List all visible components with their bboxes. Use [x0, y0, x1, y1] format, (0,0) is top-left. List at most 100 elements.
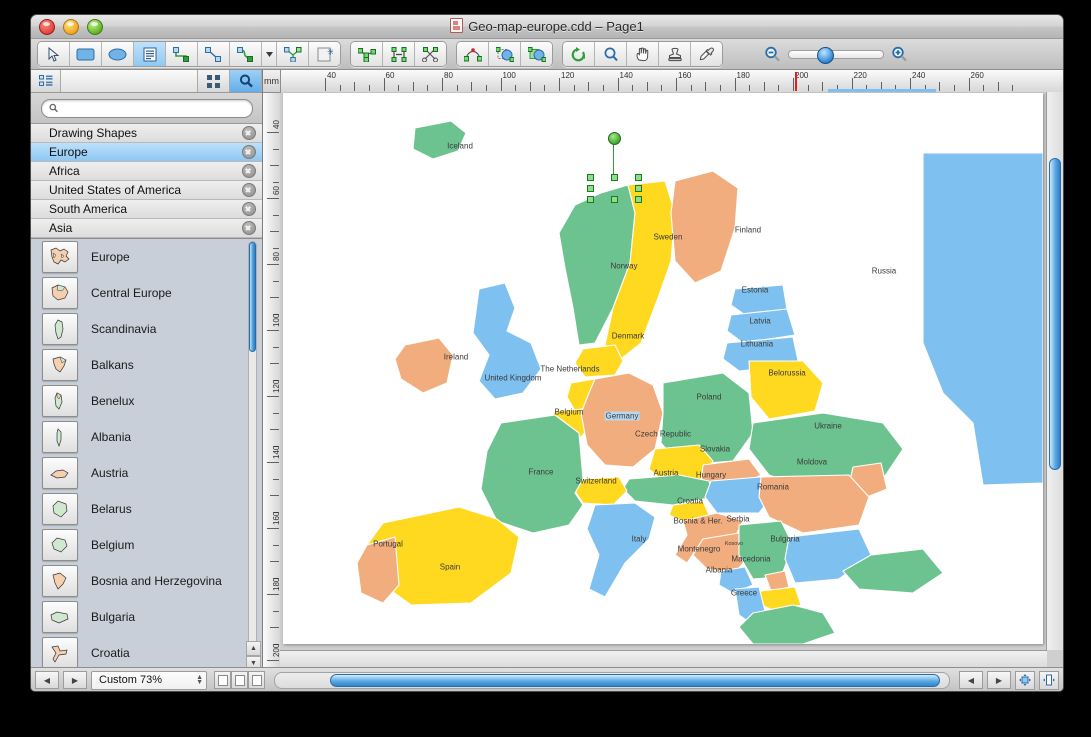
page-viewport[interactable]: IcelandNorwaySwedenFinlandRussiaEstoniaL… — [280, 92, 1046, 650]
zoom-out-icon[interactable] — [764, 46, 781, 62]
canvas-horizontal-scrollbar-gutter[interactable] — [280, 650, 1047, 667]
ruler-minor-tick — [530, 82, 531, 91]
ruler-unit-label[interactable]: mm — [263, 70, 281, 93]
ruler-tick — [325, 78, 326, 91]
ruler-minor-tick — [998, 82, 999, 91]
shape-list-item[interactable]: Bosnia and Herzegovina — [31, 563, 262, 599]
scroll-right-button[interactable]: ▶ — [987, 671, 1011, 689]
scroll-left-button[interactable]: ◀ — [959, 671, 983, 689]
library-item-asia[interactable]: Asia — [31, 219, 262, 238]
handle-nw[interactable] — [587, 174, 594, 181]
single-page-button[interactable] — [214, 671, 231, 689]
ruler-minor-tick — [661, 85, 662, 91]
handle-s[interactable] — [611, 196, 618, 203]
close-icon[interactable] — [242, 202, 256, 216]
connector-menu-arrow-icon[interactable] — [262, 42, 277, 66]
tree-view-icon[interactable] — [31, 70, 61, 92]
rectangle-tool-button[interactable] — [70, 42, 102, 66]
zoom-slider-control[interactable] — [764, 46, 908, 62]
library-item-south-america[interactable]: South America — [31, 200, 262, 219]
grid-view-icon[interactable] — [198, 70, 230, 92]
close-icon[interactable] — [242, 183, 256, 197]
shape-group-tool-button[interactable] — [521, 42, 552, 66]
shape-list-item[interactable]: Albania — [31, 419, 262, 455]
horizontal-ruler[interactable]: 406080100120140160180200220240260 — [280, 70, 1063, 93]
handle-se[interactable] — [635, 196, 642, 203]
continuous-page-button[interactable] — [248, 671, 265, 689]
bottom-horizontal-scrollbar-thumb[interactable] — [330, 674, 940, 687]
canvas-vertical-scrollbar[interactable] — [1046, 92, 1063, 650]
sidebar-scrollbar-thumb[interactable] — [249, 242, 256, 352]
shape-list-item[interactable]: Scandinavia — [31, 311, 262, 347]
close-icon[interactable] — [242, 221, 256, 235]
node-align-tool-button[interactable] — [383, 42, 415, 66]
ruler-minor-tick — [427, 85, 428, 91]
canvas-vertical-scrollbar-thumb[interactable] — [1049, 158, 1061, 470]
shape-union-tool-button[interactable] — [489, 42, 521, 66]
fit-width-button[interactable] — [1039, 671, 1059, 690]
selection-handles[interactable] — [590, 177, 638, 199]
shape-list-item[interactable]: Balkans — [31, 347, 262, 383]
rotation-handle[interactable] — [608, 132, 621, 145]
zoom-in-icon[interactable] — [891, 46, 908, 62]
zoom-slider-knob[interactable] — [817, 47, 834, 64]
text-tool-button[interactable] — [134, 42, 166, 66]
close-icon[interactable] — [242, 164, 256, 178]
shape-list-item[interactable]: Central Europe — [31, 275, 262, 311]
ruler-label: 60 — [386, 71, 395, 80]
ellipse-tool-button[interactable] — [102, 42, 134, 66]
shape-thumbnail-central-europe — [42, 277, 78, 309]
prev-page-button[interactable]: ◀ — [35, 671, 59, 689]
handle-w[interactable] — [587, 185, 594, 192]
search-input[interactable] — [63, 101, 245, 115]
stamp-tool-button[interactable] — [659, 42, 691, 66]
sidebar-scroll-arrows[interactable]: ▲ ▼ — [246, 641, 259, 667]
scroll-up-icon[interactable]: ▲ — [246, 641, 261, 656]
elbow-connector-tool-button[interactable] — [166, 42, 198, 66]
library-item-africa[interactable]: Africa — [31, 162, 262, 181]
pointer-tool-button[interactable] — [38, 42, 70, 66]
shape-list-item[interactable]: Europe — [31, 239, 262, 275]
library-item-drawing-shapes[interactable]: Drawing Shapes — [31, 124, 262, 143]
straight-connector-tool-button[interactable] — [198, 42, 230, 66]
vertical-ruler[interactable]: 406080100120140160180200 — [263, 92, 281, 667]
handle-sw[interactable] — [587, 196, 594, 203]
bottom-horizontal-scrollbar[interactable] — [274, 672, 950, 689]
curved-connector-tool-button[interactable] — [230, 42, 262, 66]
handle-ne[interactable] — [635, 174, 642, 181]
shape-list-item[interactable]: Benelux — [31, 383, 262, 419]
snap-tool-button[interactable]: ✳ — [309, 42, 340, 66]
shape-list-item[interactable]: Bulgaria — [31, 599, 262, 635]
search-view-icon[interactable] — [230, 70, 262, 92]
page-sheet[interactable]: IcelandNorwaySwedenFinlandRussiaEstoniaL… — [283, 93, 1043, 644]
search-field[interactable] — [41, 99, 253, 118]
sidebar-scrollbar-track[interactable] — [248, 241, 257, 651]
shape-list-item[interactable]: Croatia — [31, 635, 262, 667]
shape-list-item[interactable]: Belgium — [31, 527, 262, 563]
close-icon[interactable] — [242, 145, 256, 159]
shape-list-item[interactable]: Belarus — [31, 491, 262, 527]
sidebar-scrollbar[interactable] — [246, 241, 259, 651]
library-item-united-states-of-america[interactable]: United States of America — [31, 181, 262, 200]
handle-n[interactable] — [611, 174, 618, 181]
handle-e[interactable] — [635, 185, 642, 192]
fit-page-button[interactable] — [1015, 671, 1035, 690]
close-icon[interactable] — [242, 126, 256, 140]
magnifier-tool-button[interactable] — [595, 42, 627, 66]
bezier-tool-button[interactable] — [457, 42, 489, 66]
library-item-europe[interactable]: Europe — [31, 143, 262, 162]
two-page-button[interactable] — [231, 671, 248, 689]
hand-tool-button[interactable] — [627, 42, 659, 66]
zoom-stepper[interactable]: ▲▼ — [196, 675, 203, 685]
next-page-button[interactable]: ▶ — [63, 671, 87, 689]
shape-list-item[interactable]: Austria — [31, 455, 262, 491]
eyedropper-tool-button[interactable] — [691, 42, 722, 66]
zoom-slider-track[interactable] — [788, 50, 884, 59]
zoom-level-select[interactable]: Custom 73% ▲▼ — [91, 671, 207, 690]
node-edit-tool-button[interactable] — [351, 42, 383, 66]
rotate-tool-button[interactable] — [563, 42, 595, 66]
tree-connector-tool-button[interactable] — [277, 42, 309, 66]
scissors-tool-button[interactable] — [415, 42, 446, 66]
shape-list[interactable]: Europe Central Europe Scandinavia — [31, 239, 262, 667]
scroll-down-icon[interactable]: ▼ — [246, 656, 261, 667]
